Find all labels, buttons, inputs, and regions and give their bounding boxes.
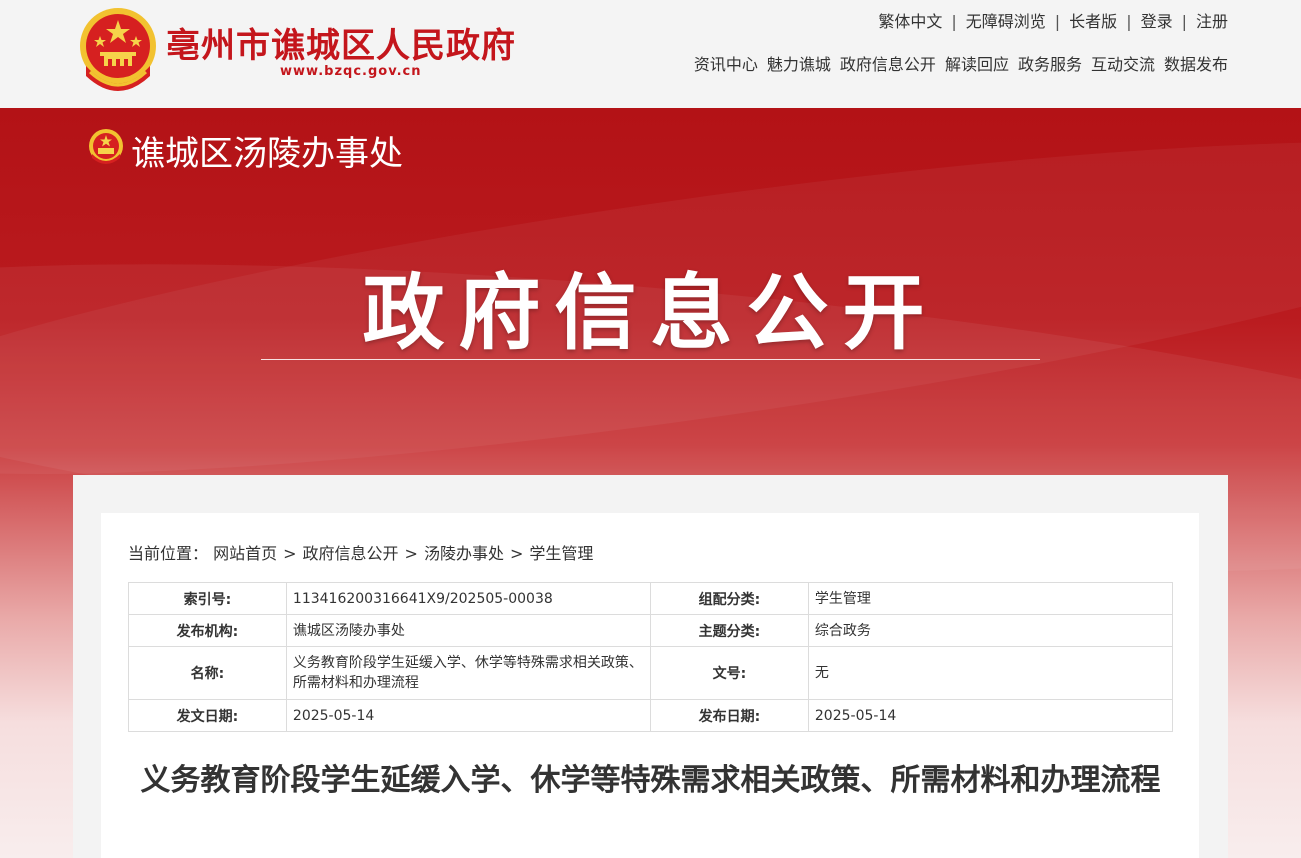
pub-date-value: 2025-05-14 <box>807 699 1174 732</box>
nav-item-gov-info-disclosure[interactable]: 政府信息公开 <box>840 55 936 74</box>
divider <box>261 359 1040 360</box>
article-title: 义务教育阶段学生延缓入学、休学等特殊需求相关政策、所需材料和办理流程 <box>140 763 1161 798</box>
category-label: 组配分类: <box>649 582 809 615</box>
divider: | <box>951 12 957 31</box>
national-emblem-icon <box>89 129 123 164</box>
national-emblem-icon[interactable] <box>76 6 160 98</box>
accessibility-link[interactable]: 无障碍浏览 <box>966 12 1046 31</box>
publisher-label: 发布机构: <box>128 614 287 647</box>
breadcrumb-department[interactable]: 汤陵办事处 <box>424 544 504 563</box>
nav-item-data-release[interactable]: 数据发布 <box>1164 55 1228 74</box>
doc-no-value: 无 <box>807 646 1174 700</box>
breadcrumb: 当前位置： 网站首页 > 政府信息公开 > 汤陵办事处 > 学生管理 <box>128 540 593 564</box>
nav-item-gov-services[interactable]: 政务服务 <box>1018 55 1082 74</box>
topic-label: 主题分类: <box>649 614 809 647</box>
doc-no-label: 文号: <box>649 646 809 700</box>
main-nav: 资讯中心 魅力谯城 政府信息公开 解读回应 政务服务 互动交流 数据发布 <box>685 51 1228 75</box>
nav-item-charm-qiaocheng[interactable]: 魅力谯城 <box>767 55 831 74</box>
nav-item-news-center[interactable]: 资讯中心 <box>694 55 758 74</box>
doc-date-value: 2025-05-14 <box>285 699 651 732</box>
table-row: 名称: 义务教育阶段学生延缓入学、休学等特殊需求相关政策、所需材料和办理流程 文… <box>128 646 1174 700</box>
elderly-version-link[interactable]: 长者版 <box>1069 12 1117 31</box>
register-link[interactable]: 注册 <box>1196 12 1228 31</box>
breadcrumb-separator: > <box>509 544 524 563</box>
document-meta-table: 索引号: 113416200316641X9/202505-00038 组配分类… <box>128 582 1174 732</box>
breadcrumb-home[interactable]: 网站首页 <box>213 544 277 563</box>
divider: | <box>1054 12 1061 31</box>
department-title: 谯城区汤陵办事处 <box>131 134 403 174</box>
traditional-chinese-link[interactable]: 繁体中文 <box>878 12 942 31</box>
table-row: 发布机构: 谯城区汤陵办事处 主题分类: 综合政务 <box>128 614 1174 647</box>
site-title[interactable]: 亳州市谯城区人民政府 <box>166 18 516 67</box>
breadcrumb-current[interactable]: 学生管理 <box>529 544 593 563</box>
topic-value: 综合政务 <box>807 614 1174 647</box>
divider: | <box>1126 12 1132 31</box>
divider: | <box>1181 12 1187 31</box>
nav-item-interpretation[interactable]: 解读回应 <box>945 55 1009 74</box>
breadcrumb-gov-info[interactable]: 政府信息公开 <box>303 544 399 563</box>
index-no-value: 113416200316641X9/202505-00038 <box>285 582 651 615</box>
site-url[interactable]: www.bzqc.gov.cn <box>280 64 422 79</box>
table-row: 发文日期: 2025-05-14 发布日期: 2025-05-14 <box>128 699 1174 732</box>
top-header: 亳州市谯城区人民政府 www.bzqc.gov.cn 繁体中文 | 无障碍浏览 | 长者… <box>0 0 1301 108</box>
utility-links: 繁体中文 | 无障碍浏览 | 长者版 | 登录 | 注册 <box>878 8 1228 32</box>
breadcrumb-separator: > <box>404 544 418 563</box>
index-no-label: 索引号: <box>128 582 287 615</box>
name-label: 名称: <box>128 646 287 700</box>
breadcrumb-separator: > <box>283 544 297 563</box>
doc-date-label: 发文日期: <box>128 699 287 732</box>
login-link[interactable]: 登录 <box>1141 12 1173 31</box>
pub-date-label: 发布日期: <box>649 699 809 732</box>
breadcrumb-prefix: 当前位置： <box>128 544 209 563</box>
nav-item-interaction[interactable]: 互动交流 <box>1091 55 1155 74</box>
section-title: 政府信息公开 <box>362 266 939 361</box>
publisher-value: 谯城区汤陵办事处 <box>285 614 651 647</box>
table-row: 索引号: 113416200316641X9/202505-00038 组配分类… <box>128 582 1174 615</box>
category-value: 学生管理 <box>807 582 1174 615</box>
name-value: 义务教育阶段学生延缓入学、休学等特殊需求相关政策、所需材料和办理流程 <box>285 646 651 700</box>
